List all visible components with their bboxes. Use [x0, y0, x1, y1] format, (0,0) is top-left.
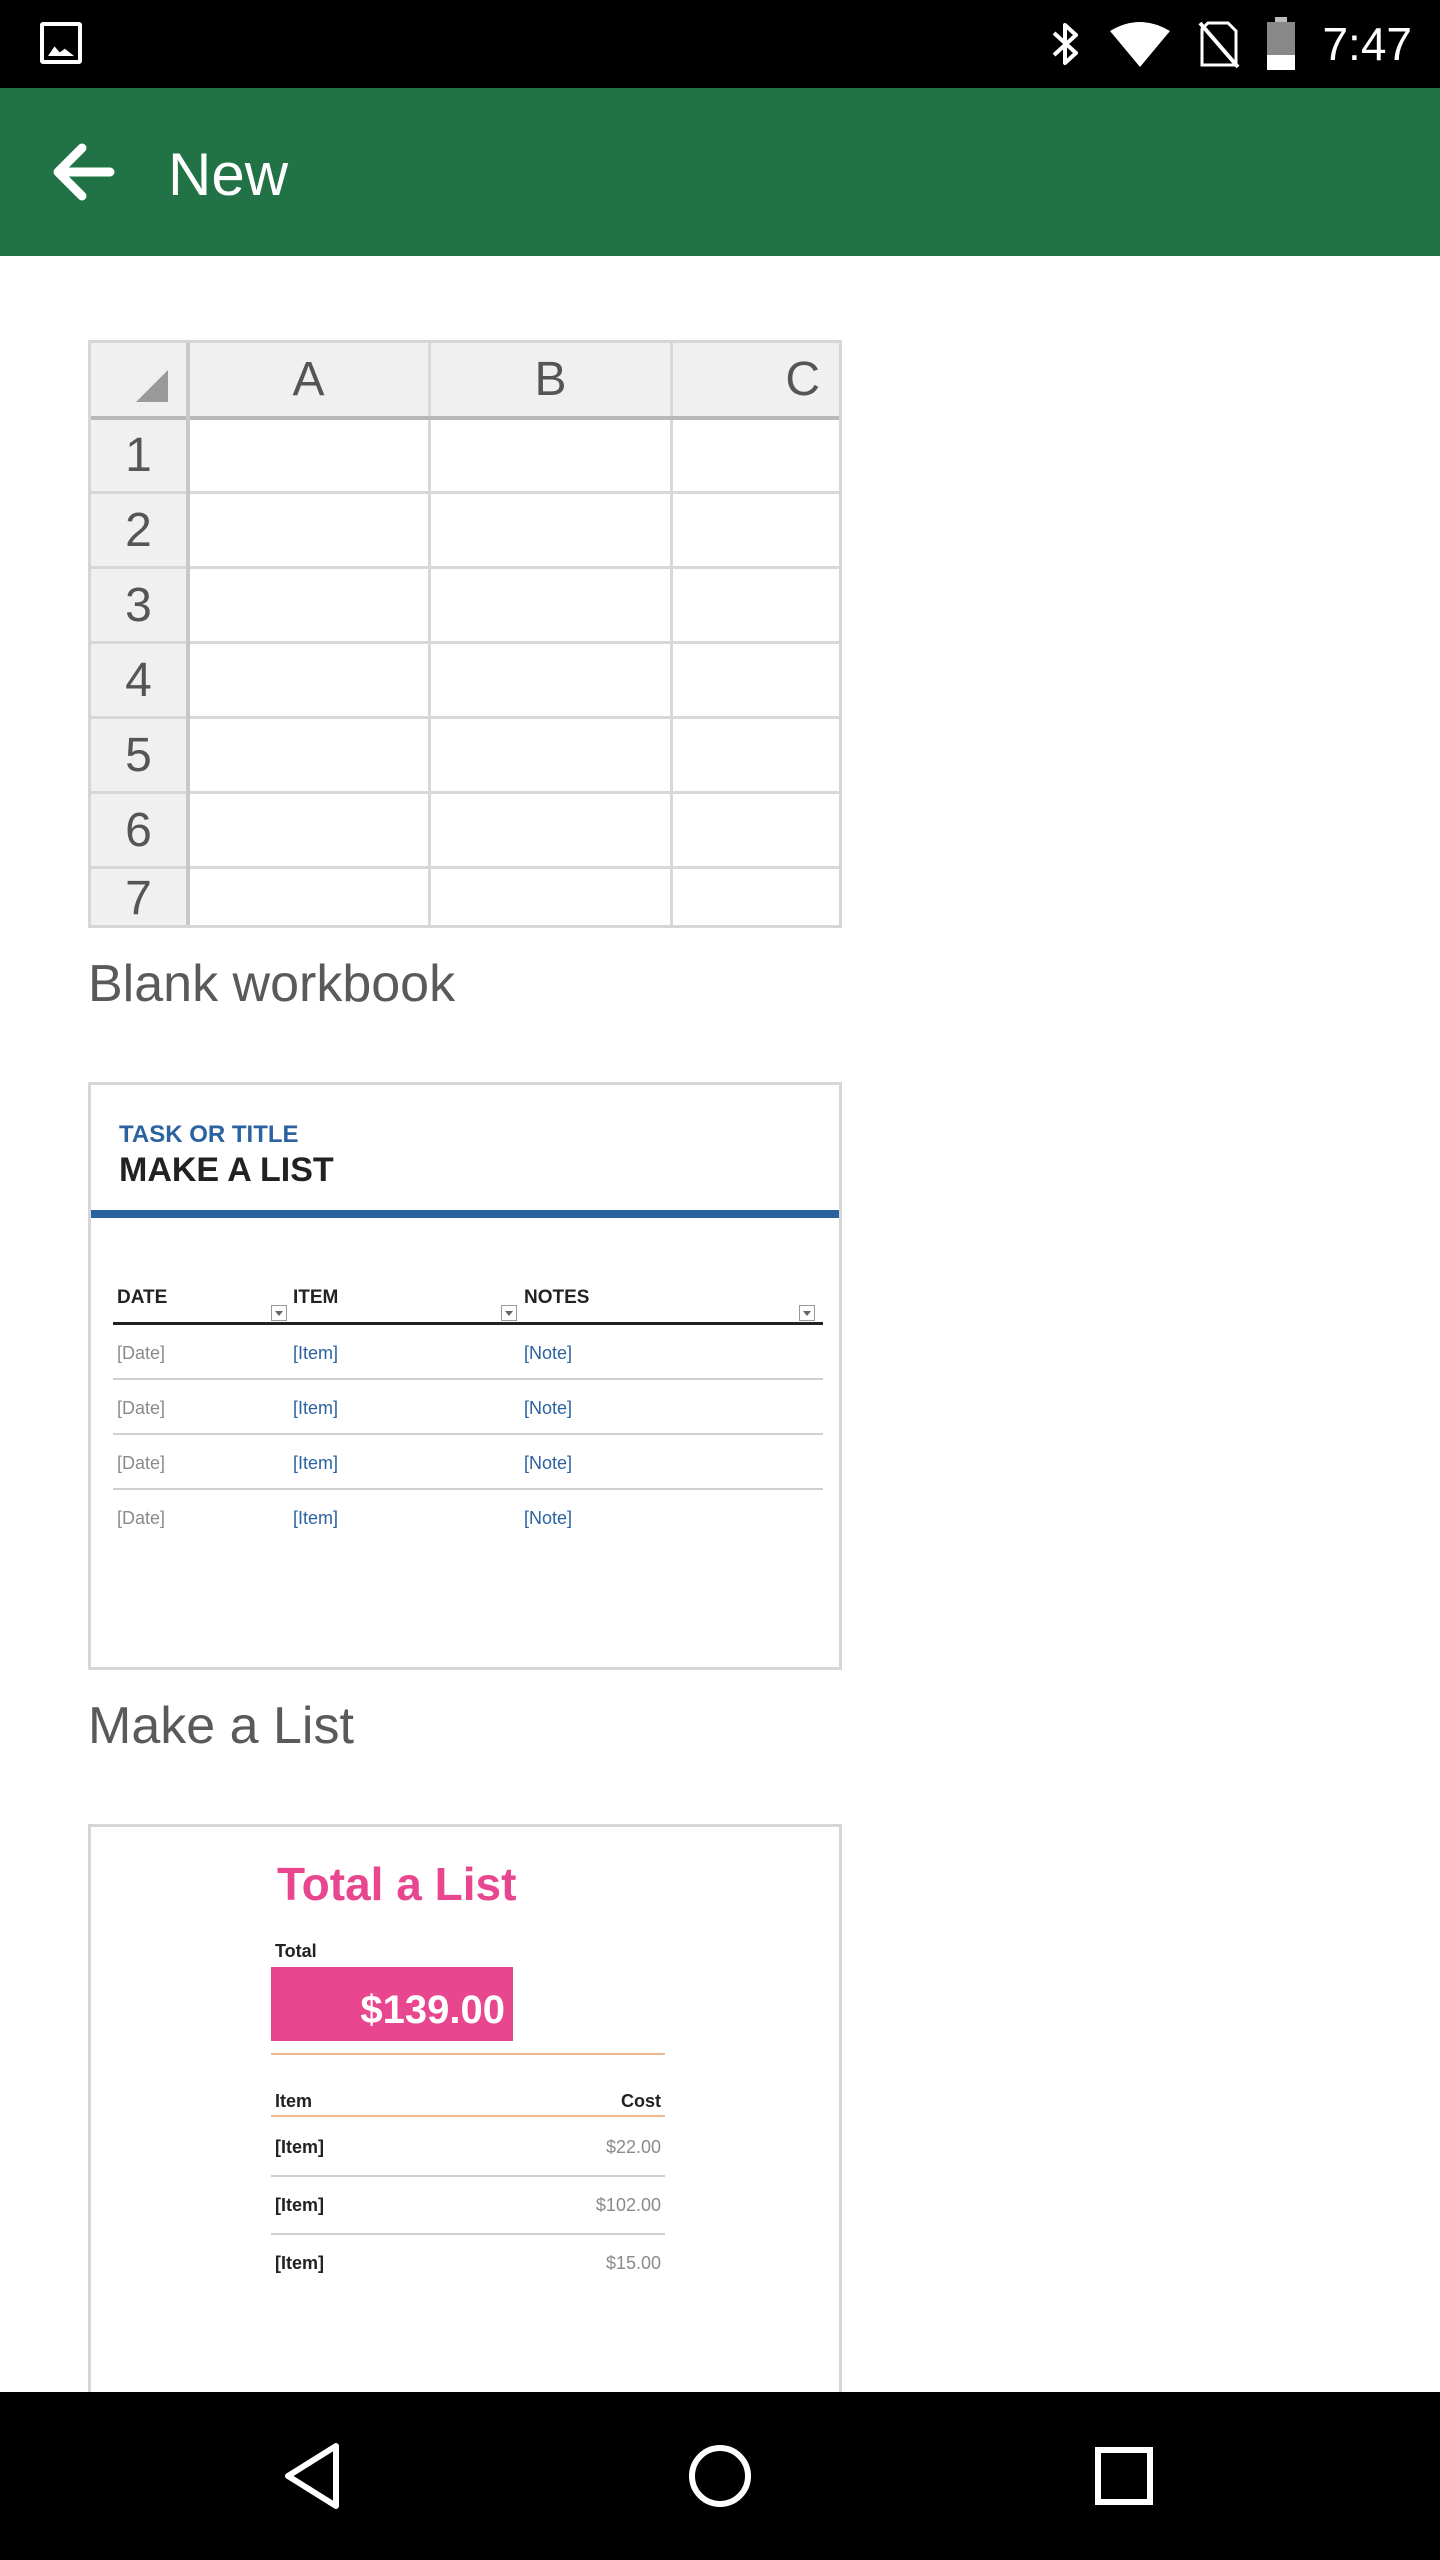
cell-item: [Item]	[293, 1398, 339, 1418]
total-list-title: Total a List	[277, 1858, 517, 1910]
list-title: MAKE A LIST	[119, 1151, 334, 1189]
header-cost: Cost	[621, 2091, 661, 2111]
total-label: Total	[275, 1941, 317, 1961]
template-blank-workbook[interactable]: ABC 1234567	[88, 340, 842, 928]
grid-cell	[189, 644, 431, 719]
table-row: [Date] [Item] [Note]	[113, 1490, 823, 1545]
row-header: 7	[91, 869, 189, 925]
grid-cell	[431, 869, 673, 925]
list-table: DATE ITEM NOTES [Date] [Item] [Note] [Da…	[113, 1283, 823, 1545]
total-value: $139.00	[271, 1967, 513, 2041]
status-icons: 7:47	[1048, 0, 1412, 88]
grid-cell	[431, 494, 673, 569]
nav-home-icon[interactable]	[680, 2436, 760, 2516]
row-header: 2	[91, 494, 189, 569]
header-item: ITEM	[293, 1287, 339, 1308]
cell-date: [Date]	[117, 1343, 166, 1363]
grid-cell	[189, 419, 431, 494]
cell-note: [Note]	[524, 1343, 573, 1363]
grid-cell	[431, 419, 673, 494]
row-header: 4	[91, 644, 189, 719]
column-header: A	[189, 343, 431, 419]
grid-cell	[673, 869, 839, 925]
filter-dropdown-icon	[799, 1305, 815, 1321]
row-header: 3	[91, 569, 189, 644]
row-header: 5	[91, 719, 189, 794]
cell-item: [Item]	[293, 1453, 339, 1473]
grid-cell	[673, 794, 839, 869]
row-header: 6	[91, 794, 189, 869]
template-label-blank-workbook[interactable]: Blank workbook	[88, 954, 455, 1014]
column-header: B	[431, 343, 673, 419]
grid-cell	[189, 719, 431, 794]
header-item: Item	[275, 2091, 313, 2111]
table-row: [Date] [Item] [Note]	[113, 1435, 823, 1490]
cell-item: [Item]	[293, 1508, 339, 1528]
cell-date: [Date]	[117, 1398, 166, 1418]
header-notes: NOTES	[524, 1287, 590, 1308]
table-row: [Date] [Item] [Note]	[113, 1325, 823, 1380]
grid-cell	[189, 794, 431, 869]
grid-cell	[431, 719, 673, 794]
cell-note: [Note]	[524, 1508, 573, 1528]
cell-date: [Date]	[117, 1508, 166, 1528]
cell-item: [Item]	[275, 2253, 324, 2273]
navigation-bar	[0, 2392, 1440, 2560]
row-header-divider	[186, 343, 190, 925]
grid-cell	[431, 794, 673, 869]
nav-back-icon[interactable]	[276, 2436, 356, 2516]
task-label: TASK OR TITLE	[119, 1121, 299, 1148]
cell-note: [Note]	[524, 1398, 573, 1418]
select-all-corner	[91, 343, 189, 419]
grid-cell	[189, 569, 431, 644]
grid-cell	[189, 869, 431, 925]
header-divider	[91, 416, 839, 420]
gallery-icon	[40, 22, 82, 64]
page-title: New	[168, 141, 289, 208]
no-sim-icon	[1198, 21, 1240, 69]
table-row: [Date] [Item] [Note]	[113, 1380, 823, 1435]
battery-icon	[1267, 17, 1296, 70]
total-divider	[271, 2053, 665, 2055]
title-divider	[91, 1210, 839, 1218]
filter-dropdown-icon	[501, 1305, 517, 1321]
grid-cell	[189, 494, 431, 569]
grid-cell	[673, 719, 839, 794]
column-header: C	[673, 343, 839, 419]
template-total-a-list[interactable]: Total a List Total $139.00 Item Cost [It…	[88, 1824, 842, 2424]
row-header: 1	[91, 419, 189, 494]
cell-cost: $102.00	[595, 2195, 661, 2215]
cell-note: [Note]	[524, 1453, 573, 1473]
template-label-make-a-list[interactable]: Make a List	[88, 1696, 354, 1756]
table-row: [Item] $102.00	[271, 2177, 665, 2235]
table-row: [Item] $22.00	[271, 2119, 665, 2177]
template-make-a-list[interactable]: TASK OR TITLE MAKE A LIST DATE ITEM NOTE…	[88, 1082, 842, 1670]
wifi-icon	[1110, 22, 1171, 67]
grid-cell	[673, 419, 839, 494]
select-all-icon	[136, 370, 168, 402]
bluetooth-icon	[1053, 23, 1079, 65]
grid-cell	[431, 644, 673, 719]
clock: 7:47	[1322, 18, 1412, 70]
grid-cell	[673, 644, 839, 719]
grid-cell	[431, 569, 673, 644]
list-table-header: DATE ITEM NOTES	[113, 1283, 823, 1325]
cell-item: [Item]	[293, 1343, 339, 1363]
header-date: DATE	[117, 1287, 168, 1308]
cell-date: [Date]	[117, 1453, 166, 1473]
app-bar: New	[0, 88, 1440, 256]
grid-cell	[673, 569, 839, 644]
nav-recents-icon[interactable]	[1084, 2436, 1164, 2516]
cell-cost: $22.00	[605, 2137, 661, 2157]
status-bar: 7:47	[0, 0, 1440, 88]
cell-item: [Item]	[275, 2195, 324, 2215]
back-arrow-icon[interactable]	[44, 132, 124, 212]
grid-cell	[673, 494, 839, 569]
total-table-header: Item Cost	[271, 2091, 665, 2117]
table-row: [Item] $15.00	[271, 2235, 665, 2293]
cell-cost: $15.00	[605, 2253, 661, 2273]
filter-dropdown-icon	[271, 1305, 287, 1321]
cell-item: [Item]	[275, 2137, 324, 2157]
